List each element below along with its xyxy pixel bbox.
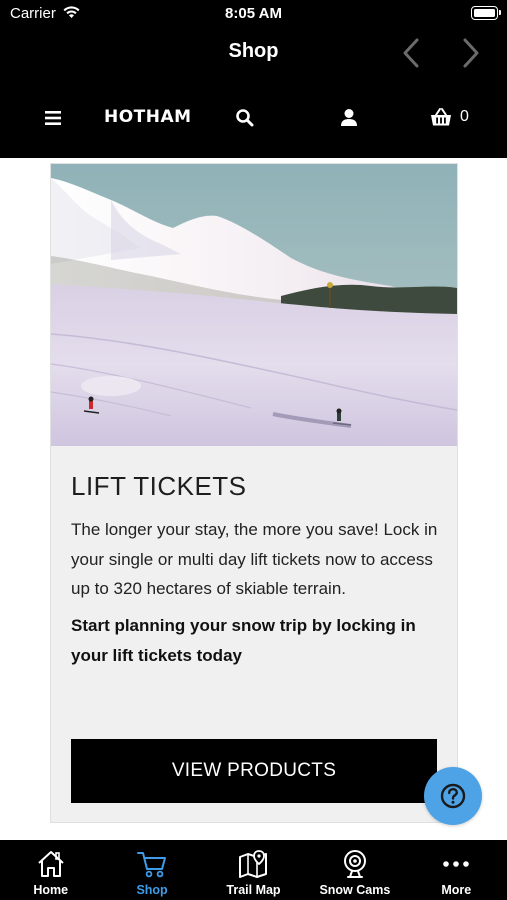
tab-shop[interactable]: Shop <box>101 840 202 900</box>
page-title: Shop <box>228 40 279 62</box>
card-cta-text: Start planning your snow trip by locking… <box>71 616 416 665</box>
help-button[interactable] <box>424 767 482 825</box>
cart-icon <box>136 848 168 880</box>
site-header: HOTHAM 0 <box>0 78 507 158</box>
navigation-bar: Shop <box>0 28 507 78</box>
tab-snow-cams[interactable]: Snow Cams <box>304 840 405 900</box>
forward-chevron-icon[interactable] <box>458 36 484 70</box>
tab-more[interactable]: More <box>406 840 507 900</box>
tab-bar: Home Shop Trail Map Snow Cams More <box>0 840 507 900</box>
home-icon <box>35 848 67 880</box>
tab-home[interactable]: Home <box>0 840 101 900</box>
hamburger-menu-icon[interactable] <box>40 105 66 131</box>
search-icon[interactable] <box>232 105 258 131</box>
status-bar: Carrier 8:05 AM <box>0 0 507 28</box>
ski-slope-image <box>51 164 457 446</box>
battery-icon <box>471 6 501 20</box>
tab-home-label: Home <box>33 883 69 897</box>
question-icon <box>440 783 466 809</box>
cart-count: 0 <box>460 108 469 125</box>
tab-snow-cams-label: Snow Cams <box>319 883 391 897</box>
tab-shop-label: Shop <box>136 883 168 897</box>
tab-trail-map-label: Trail Map <box>226 883 281 897</box>
view-products-button[interactable]: VIEW PRODUCTS <box>71 739 437 803</box>
more-icon <box>440 848 472 880</box>
webcam-icon <box>339 848 371 880</box>
map-icon <box>237 848 269 880</box>
card-description: The longer your stay, the more you save!… <box>71 520 438 598</box>
clock: 8:05 AM <box>225 5 282 22</box>
basket-icon[interactable] <box>428 105 454 131</box>
back-chevron-icon[interactable] <box>398 36 424 70</box>
tab-trail-map[interactable]: Trail Map <box>203 840 304 900</box>
tab-more-label: More <box>441 883 472 897</box>
account-icon[interactable] <box>336 105 362 131</box>
card-title: LIFT TICKETS <box>71 471 247 501</box>
product-card: LIFT TICKETS The longer your stay, the m… <box>50 163 458 823</box>
hotham-logo[interactable]: HOTHAM <box>104 107 192 127</box>
app-screen: Carrier 8:05 AM Shop HOTHAM 0 LIFT TICKE… <box>0 0 507 900</box>
